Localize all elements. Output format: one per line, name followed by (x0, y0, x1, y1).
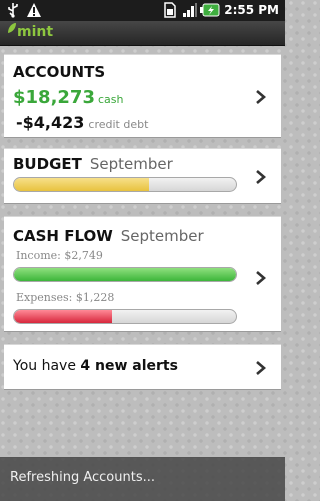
chevron-right-icon (253, 270, 267, 286)
status-bar: 2:55 PM (0, 0, 285, 21)
chevron-right-icon (253, 89, 267, 105)
cash-value: $18,273 (13, 87, 95, 108)
cash-flow-card[interactable]: CASH FLOW September Income: $2,749 Expens… (4, 216, 281, 332)
refresh-toast: Refreshing Accounts... (0, 457, 285, 501)
expenses-progress-fill (14, 310, 112, 323)
warning-icon (26, 2, 41, 18)
debt-value: -$4,423 (16, 113, 85, 132)
cash-flow-title: CASH FLOW (13, 227, 113, 245)
budget-month: September (89, 155, 173, 173)
cash-amount: $18,273 cash (13, 87, 123, 108)
accounts-title: ACCOUNTS (13, 63, 106, 81)
budget-progress-fill (14, 178, 150, 191)
toast-text: Refreshing Accounts... (10, 470, 155, 485)
expenses-label: Expenses: $1,228 (16, 291, 115, 304)
income-progress-fill (14, 268, 236, 281)
income-label: Income: $2,749 (16, 249, 103, 262)
battery-icon (200, 2, 220, 18)
budget-title-row: BUDGET September (13, 155, 173, 173)
chevron-right-icon (253, 360, 267, 376)
sim-icon (164, 2, 178, 18)
budget-progress-bar (13, 177, 237, 192)
leaf-icon (7, 22, 17, 38)
clock: 2:55 PM (224, 3, 279, 17)
alerts-prefix: You have (13, 358, 81, 374)
alerts-text: You have 4 new alerts (13, 358, 178, 374)
credit-debt-amount: -$4,423 credit debt (16, 113, 148, 132)
expenses-progress-bar (13, 309, 237, 324)
mint-logo: mint (7, 22, 53, 40)
alerts-count: 4 new alerts (80, 358, 178, 374)
cash-flow-month: September (120, 227, 204, 245)
budget-title: BUDGET (13, 155, 82, 173)
app-header: mint (0, 21, 285, 46)
usb-icon (6, 2, 20, 18)
debt-label: credit debt (88, 118, 149, 131)
cash-flow-title-row: CASH FLOW September (13, 227, 204, 245)
chevron-right-icon (253, 169, 267, 185)
budget-card[interactable]: BUDGET September (4, 148, 281, 204)
alerts-card[interactable]: You have 4 new alerts (4, 344, 281, 390)
signal-icon (182, 2, 198, 18)
cash-label: cash (97, 93, 124, 106)
accounts-card[interactable]: ACCOUNTS $18,273 cash -$4,423 credit debt (4, 54, 281, 138)
income-progress-bar (13, 267, 237, 282)
